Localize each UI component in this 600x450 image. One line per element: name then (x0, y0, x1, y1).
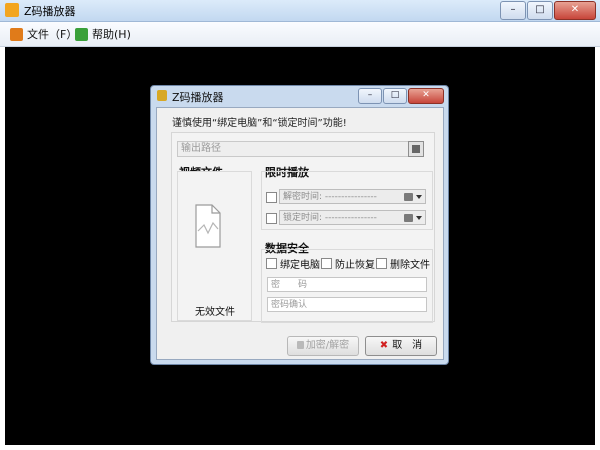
dialog-title: Z码播放器 (172, 91, 224, 104)
invalid-file-icon (195, 204, 221, 248)
menu-help-label: 帮助(H) (92, 28, 131, 41)
lock-icon (296, 341, 304, 349)
dialog-close-button[interactable]: ✕ (408, 88, 444, 104)
dialog-controls: – □ ✕ (357, 88, 444, 104)
help-menu-icon (75, 27, 88, 41)
password-confirm-input[interactable]: 密码确认 (267, 297, 427, 312)
dialog-maximize-button[interactable]: □ (383, 88, 407, 104)
app-window: Z码播放器 – □ ✕ 文件（F） 帮助(H) Z码播放器 – □ ✕ 谨慎使用… (0, 0, 600, 450)
bind-pc-label: 绑定电脑 (280, 260, 320, 271)
warning-hint: 谨慎使用“绑定电脑”和“锁定时间”功能! (172, 118, 347, 129)
close-icon: ✖ (379, 340, 389, 351)
bind-pc-checkbox[interactable] (266, 258, 277, 269)
delete-file-label: 删除文件 (390, 260, 430, 271)
cancel-button[interactable]: ✖ 取 消 (365, 336, 437, 356)
main-title-bar: Z码播放器 – □ ✕ (0, 0, 600, 22)
player-app-icon (5, 3, 19, 17)
menu-bar: 文件（F） 帮助(H) (0, 22, 600, 47)
cancel-label: 取 消 (392, 340, 423, 351)
unlock-time-text: 解密时间: ---------------- (283, 192, 377, 202)
delete-file-checkbox[interactable] (376, 258, 387, 269)
file-menu-icon (10, 27, 23, 41)
calendar-icon (404, 193, 413, 201)
dialog-body: 谨慎使用“绑定电脑”和“锁定时间”功能! 输出路径 视频文件 无效文件 限时播放… (156, 107, 444, 360)
dialog-title-bar: Z码播放器 – □ ✕ (151, 86, 448, 106)
calendar-icon (404, 214, 413, 222)
close-button[interactable]: ✕ (554, 1, 596, 20)
lock-time-text: 锁定时间: ---------------- (283, 213, 377, 223)
minimize-button[interactable]: – (500, 1, 526, 20)
window-controls: – □ ✕ (499, 1, 596, 20)
password-input[interactable]: 密 码 (267, 277, 427, 292)
unlock-time-checkbox[interactable] (266, 192, 277, 203)
prevent-restore-label: 防止恢复 (335, 260, 375, 271)
menu-help[interactable]: 帮助(H) (75, 26, 131, 42)
window-title: Z码播放器 (24, 5, 76, 18)
unlock-time-field[interactable]: 解密时间: ---------------- (279, 189, 426, 204)
prevent-restore-checkbox[interactable] (321, 258, 332, 269)
lock-time-field[interactable]: 锁定时间: ---------------- (279, 210, 426, 225)
output-path-input[interactable]: 输出路径 (177, 141, 409, 157)
dialog-minimize-button[interactable]: – (358, 88, 382, 104)
chevron-down-icon (416, 216, 422, 220)
no-file-label: 无效文件 (195, 307, 235, 318)
save-path-button[interactable] (408, 141, 424, 157)
lock-time-checkbox[interactable] (266, 213, 277, 224)
chevron-down-icon (416, 195, 422, 199)
menu-file-label: 文件（F） (27, 28, 78, 41)
maximize-button[interactable]: □ (527, 1, 553, 20)
encrypt-decrypt-button[interactable]: 加密/解密 (287, 336, 359, 356)
encrypt-decrypt-label: 加密/解密 (305, 340, 350, 351)
lock-icon (157, 90, 167, 101)
encrypt-dialog: Z码播放器 – □ ✕ 谨慎使用“绑定电脑”和“锁定时间”功能! 输出路径 视频… (150, 85, 449, 365)
menu-file[interactable]: 文件（F） (10, 26, 77, 42)
